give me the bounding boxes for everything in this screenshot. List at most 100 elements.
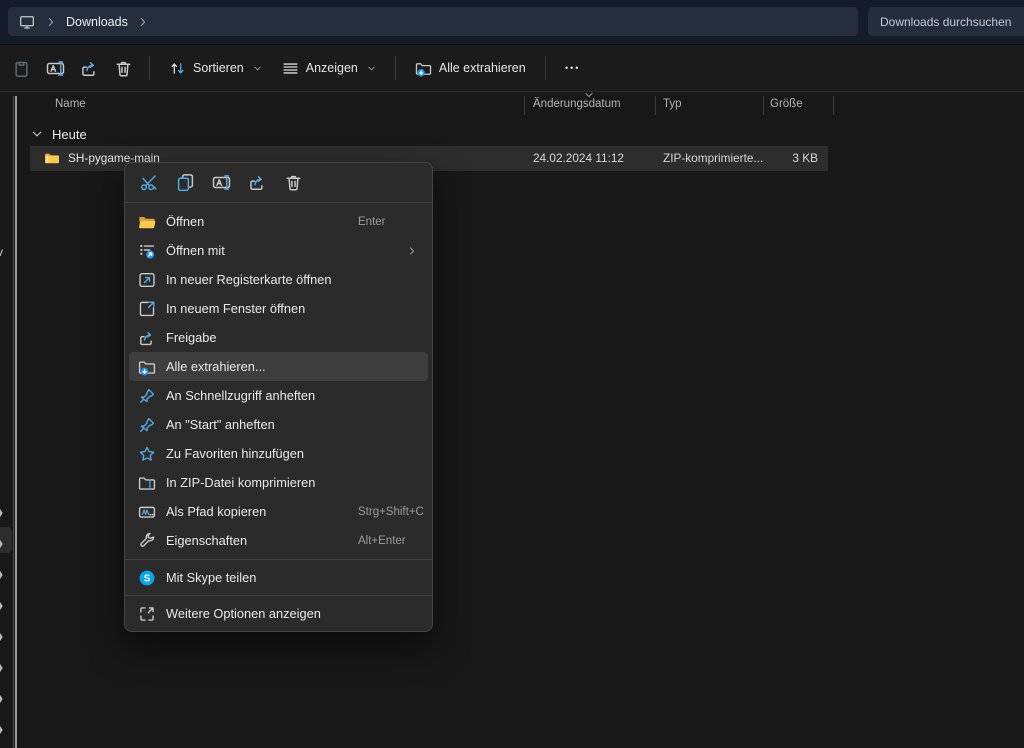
cut-icon[interactable] [138, 171, 161, 194]
sort-icon [169, 60, 186, 77]
file-explorer-window: Downloads Sortieren Anzeigen [0, 0, 1024, 748]
extract-label: Alle extrahieren [439, 61, 526, 75]
menu-item-label: Weitere Optionen anzeigen [166, 606, 321, 621]
pin-icon [138, 416, 156, 434]
titlebar: Downloads [0, 0, 1024, 45]
search-box[interactable] [868, 7, 1024, 36]
column-divider[interactable] [655, 96, 656, 115]
group-label: Heute [52, 127, 87, 142]
chevron-down-icon [367, 64, 376, 73]
menu-item-label: In ZIP-Datei komprimieren [166, 475, 315, 490]
zip-compress-icon [138, 474, 156, 492]
menu-item-neue-registerkarte[interactable]: In neuer Registerkarte öffnen [129, 265, 428, 294]
column-divider[interactable] [524, 96, 525, 115]
submenu-chevron-icon [407, 245, 417, 257]
chevron-right-icon[interactable] [136, 16, 150, 28]
nav-pane-scrollbar[interactable] [15, 96, 17, 748]
nav-tree-expand-icon[interactable]: ❯ [0, 661, 9, 675]
toolbar-separator [395, 56, 396, 80]
column-header-name[interactable]: Name [55, 98, 86, 110]
nav-tree-expand-icon[interactable]: ❯ [0, 599, 9, 613]
monitor-icon [18, 14, 36, 30]
menu-item-shortcut: Strg+Shift+C [358, 506, 424, 518]
nav-tree-expand-icon[interactable]: ❯ [0, 630, 9, 644]
nav-tree-chevron-icon: v [0, 245, 3, 259]
column-divider[interactable] [763, 96, 764, 115]
share-icon[interactable] [246, 171, 269, 194]
extract-icon [415, 60, 432, 77]
menu-item-eigenschaften[interactable]: Eigenschaften Alt+Enter [129, 526, 428, 555]
menu-item-oeffnen-mit[interactable]: Öffnen mit [129, 236, 428, 265]
menu-item-freigabe[interactable]: Freigabe [129, 323, 428, 352]
nav-tree-expand-icon[interactable]: ❯ [0, 568, 9, 582]
toolbar-separator [545, 56, 546, 80]
nav-tree-expand-icon[interactable]: ❯ [0, 537, 9, 551]
menu-item-label: Alle extrahieren... [166, 359, 266, 374]
chevron-down-icon[interactable] [31, 128, 43, 140]
column-header-size[interactable]: Größe [770, 98, 803, 110]
share-button[interactable] [72, 51, 106, 85]
nav-tree-expand-icon[interactable]: ❯ [0, 506, 9, 520]
menu-item-weitere-optionen[interactable]: Weitere Optionen anzeigen [129, 599, 428, 628]
toolbar: Sortieren Anzeigen Alle extrahieren ••• [0, 45, 1024, 92]
sort-label: Sortieren [193, 61, 244, 75]
file-size: 3 KB [730, 151, 818, 165]
more-options-button[interactable]: ••• [555, 51, 591, 85]
menu-item-label: Als Pfad kopieren [166, 504, 266, 519]
skype-icon: S [138, 569, 156, 587]
delete-icon[interactable] [282, 171, 305, 194]
menu-item-label: An Schnellzugriff anheften [166, 388, 315, 403]
menu-item-shortcut: Enter [358, 216, 386, 228]
rename-icon[interactable] [210, 171, 233, 194]
menu-item-label: Eigenschaften [166, 533, 247, 548]
menu-item-favoriten[interactable]: Zu Favoriten hinzufügen [129, 439, 428, 468]
wrench-icon [138, 532, 156, 550]
menu-item-alle-extrahieren[interactable]: Alle extrahieren... [129, 352, 428, 381]
svg-text:S: S [144, 573, 151, 584]
extract-icon [138, 358, 156, 376]
sort-dropdown[interactable]: Sortieren [159, 51, 272, 85]
column-divider[interactable] [833, 96, 834, 115]
view-label: Anzeigen [306, 61, 358, 75]
search-input[interactable] [868, 15, 1024, 29]
column-header-type[interactable]: Typ [663, 98, 682, 110]
delete-button[interactable] [106, 51, 140, 85]
folder-open-icon [138, 213, 156, 231]
paste-button[interactable] [4, 51, 38, 85]
menu-item-zip-komprimieren[interactable]: In ZIP-Datei komprimieren [129, 468, 428, 497]
menu-item-label: Zu Favoriten hinzufügen [166, 446, 304, 461]
address-bar[interactable]: Downloads [8, 7, 858, 36]
nav-tree-expand-icon[interactable]: ❯ [0, 723, 9, 737]
share-icon [80, 59, 99, 78]
group-header-today[interactable]: Heute [0, 123, 87, 145]
paste-icon [12, 59, 31, 78]
menu-item-start-anheften[interactable]: An "Start" anheften [129, 410, 428, 439]
column-header-row: Name Änderungsdatum Typ Größe [0, 93, 1024, 119]
menu-item-label: Öffnen [166, 214, 204, 229]
nav-pane-divider [13, 96, 14, 748]
sort-ascending-icon [584, 90, 594, 98]
nav-tree-expand-icon[interactable]: ❯ [0, 692, 9, 706]
delete-icon [114, 59, 133, 78]
menu-item-skype-teilen[interactable]: S Mit Skype teilen [129, 563, 428, 592]
menu-item-pfad-kopieren[interactable]: Als Pfad kopieren Strg+Shift+C [129, 497, 428, 526]
breadcrumb-location[interactable]: Downloads [66, 15, 128, 29]
chevron-down-icon [253, 64, 262, 73]
toolbar-separator [149, 56, 150, 80]
extract-all-button[interactable]: Alle extrahieren [405, 51, 536, 85]
copy-icon[interactable] [174, 171, 197, 194]
new-tab-icon [138, 271, 156, 289]
menu-item-shortcut: Alt+Enter [358, 535, 406, 547]
menu-item-schnellzugriff-anheften[interactable]: An Schnellzugriff anheften [129, 381, 428, 410]
column-header-modified[interactable]: Änderungsdatum [533, 98, 621, 110]
file-modified: 24.02.2024 11:12 [533, 151, 624, 165]
menu-item-neues-fenster[interactable]: In neuem Fenster öffnen [129, 294, 428, 323]
view-dropdown[interactable]: Anzeigen [272, 51, 386, 85]
menu-item-oeffnen[interactable]: Öffnen Enter [129, 207, 428, 236]
rename-button[interactable] [38, 51, 72, 85]
zip-folder-icon [43, 150, 61, 166]
new-window-icon [138, 300, 156, 318]
menu-item-label: An "Start" anheften [166, 417, 275, 432]
copy-path-icon [138, 503, 156, 521]
expand-icon [138, 605, 156, 623]
